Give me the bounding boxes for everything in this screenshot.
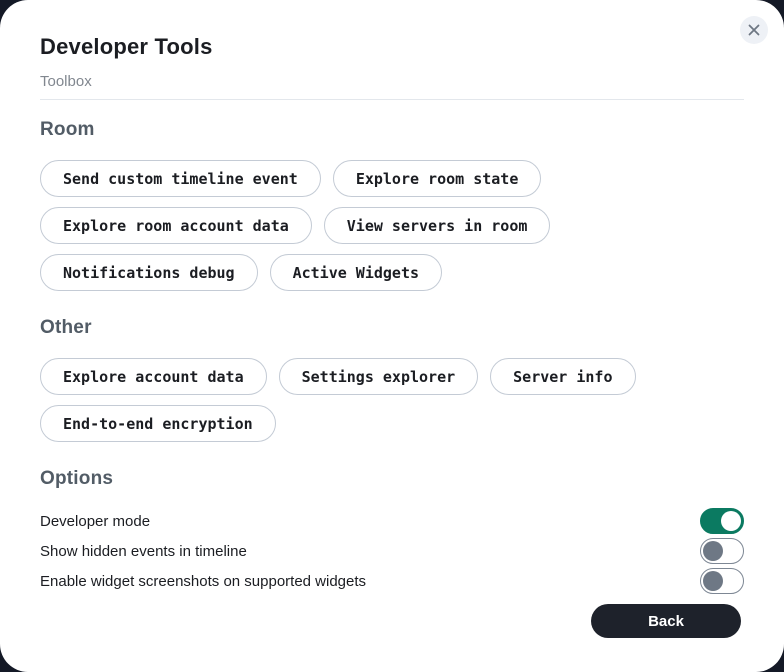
end-to-end-encryption-button[interactable]: End-to-end encryption [40, 405, 276, 442]
section-heading-room: Room [40, 119, 744, 141]
developer-tools-dialog: Developer Tools Toolbox Room Send custom… [0, 0, 784, 672]
widget-screenshots-label: Enable widget screenshots on supported w… [40, 573, 366, 590]
toggle-knob [703, 541, 723, 561]
divider [40, 99, 744, 100]
section-heading-other: Other [40, 317, 744, 339]
dialog-title: Developer Tools [40, 34, 744, 59]
settings-explorer-button[interactable]: Settings explorer [279, 358, 479, 395]
developer-mode-toggle[interactable] [700, 508, 744, 534]
dialog-subtitle: Toolbox [40, 73, 744, 90]
option-row-widget-screenshots: Enable widget screenshots on supported w… [40, 566, 744, 596]
option-row-show-hidden-events: Show hidden events in timeline [40, 536, 744, 566]
toggle-knob [721, 511, 741, 531]
back-button[interactable]: Back [591, 604, 741, 638]
explore-room-state-button[interactable]: Explore room state [333, 160, 542, 197]
section-heading-options: Options [40, 468, 744, 490]
option-row-developer-mode: Developer mode [40, 506, 744, 536]
developer-mode-label: Developer mode [40, 513, 150, 530]
notifications-debug-button[interactable]: Notifications debug [40, 254, 258, 291]
show-hidden-events-label: Show hidden events in timeline [40, 543, 247, 560]
send-custom-timeline-event-button[interactable]: Send custom timeline event [40, 160, 321, 197]
widget-screenshots-toggle[interactable] [700, 568, 744, 594]
close-button[interactable] [740, 16, 768, 44]
view-servers-in-room-button[interactable]: View servers in room [324, 207, 551, 244]
active-widgets-button[interactable]: Active Widgets [270, 254, 442, 291]
close-icon [748, 24, 760, 36]
toggle-knob [703, 571, 723, 591]
server-info-button[interactable]: Server info [490, 358, 635, 395]
show-hidden-events-toggle[interactable] [700, 538, 744, 564]
explore-room-account-data-button[interactable]: Explore room account data [40, 207, 312, 244]
explore-account-data-button[interactable]: Explore account data [40, 358, 267, 395]
